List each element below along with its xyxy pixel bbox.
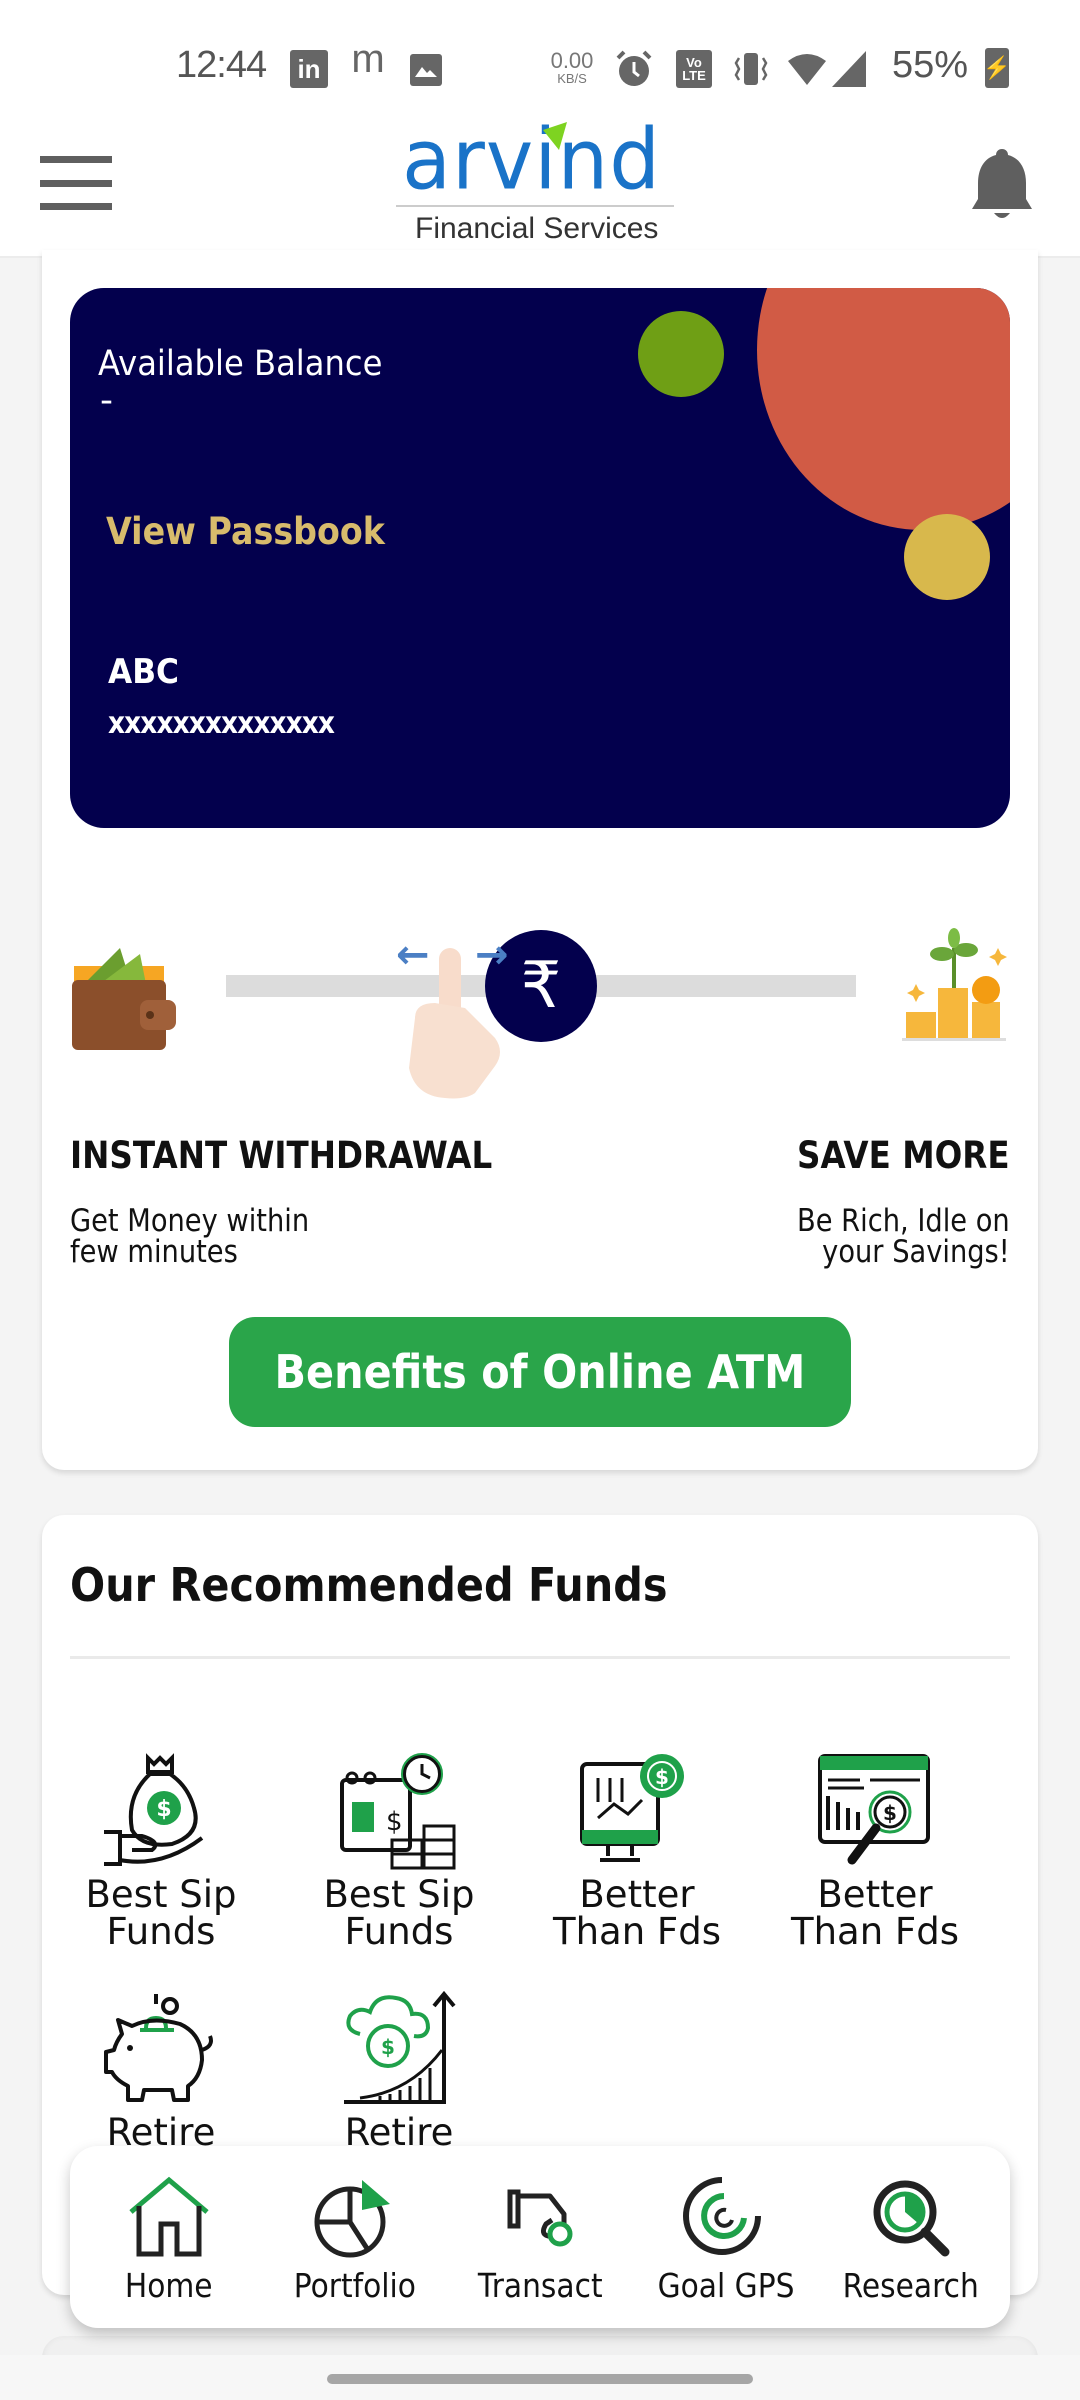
- benefits-online-atm-button[interactable]: Benefits of Online ATM: [229, 1317, 851, 1427]
- save-more-title: SAVE MORE: [797, 1134, 1010, 1177]
- home-gesture-bar[interactable]: [327, 2374, 753, 2384]
- monitor-chart-dollar-icon: $: [580, 1754, 684, 1862]
- recommended-funds-title: Our Recommended Funds: [70, 1558, 668, 1612]
- brand-logo: arvind Financial Services: [390, 110, 690, 258]
- fund-item-best-sip-2[interactable]: $ Best Sip Funds: [294, 1752, 504, 1950]
- bottom-navigation: Home Portfolio Transact Goal GPS Researc…: [70, 2146, 1010, 2328]
- svg-text:$: $: [386, 1807, 403, 1837]
- m-app-icon: m: [351, 36, 385, 81]
- battery-charging-icon: ⚡: [983, 48, 1011, 88]
- instant-withdrawal-desc: Get Money within few minutes: [70, 1203, 310, 1270]
- nav-home[interactable]: Home: [79, 2146, 259, 2328]
- wifi-icon: [786, 50, 828, 88]
- coins-plant-icon: [902, 928, 1007, 1041]
- decor-circle-orange: [757, 288, 1010, 530]
- cell-signal-icon: [830, 50, 870, 88]
- available-balance-value: -: [100, 380, 113, 421]
- alarm-icon: [612, 50, 656, 88]
- linkedin-icon: in: [290, 50, 328, 88]
- fund-item-best-sip-1[interactable]: $ Best Sip Funds: [56, 1752, 266, 1950]
- save-more-desc: Be Rich, Idle on your Savings!: [797, 1203, 1010, 1270]
- network-speed: 0.00 KB/S: [550, 48, 594, 86]
- withdraw-save-slider: ← ₹ →: [70, 920, 1010, 1099]
- svg-text:$: $: [156, 1797, 171, 1822]
- pie-chart-icon: [314, 2180, 391, 2258]
- home-icon: [129, 2176, 209, 2257]
- vibrate-icon: [732, 50, 770, 88]
- fund-item-retire-2[interactable]: $ Retire: [294, 1990, 504, 2151]
- available-balance-label: Available Balance: [98, 344, 383, 384]
- piggy-bank-icon: [104, 1994, 213, 2102]
- fund-item-better-than-fds-1[interactable]: $ Better Than Fds: [532, 1752, 742, 1950]
- decor-circle-green: [638, 311, 724, 397]
- magnifier-chart-icon: [873, 2180, 950, 2257]
- swipe-hand-icon: [409, 948, 500, 1099]
- calendar-coins-clock-icon: $: [340, 1753, 456, 1870]
- logo-subtitle: Financial Services: [415, 212, 659, 245]
- account-number: xxxxxxxxxxxxxx: [108, 706, 335, 741]
- nav-goal-gps[interactable]: Goal GPS: [636, 2146, 816, 2328]
- section-divider: [70, 1656, 1010, 1659]
- fund-item-retire-1[interactable]: Retire: [56, 1990, 266, 2151]
- svg-text:$: $: [381, 2035, 395, 2059]
- instant-withdrawal-title: INSTANT WITHDRAWAL: [70, 1134, 493, 1177]
- bell-icon[interactable]: [970, 145, 1034, 225]
- hamburger-menu-icon[interactable]: [40, 156, 112, 210]
- status-bar: 12:44 in m 0.00 KB/S Vo LTE 55% ⚡: [0, 0, 1080, 120]
- svg-text:$: $: [655, 1765, 669, 1789]
- cloud-dollar-growth-icon: $: [344, 1990, 456, 2104]
- money-bag-hand-icon: $: [104, 1753, 204, 1866]
- nav-transact[interactable]: Transact: [450, 2146, 630, 2328]
- rupee-icon: ₹: [520, 949, 562, 1023]
- balance-card[interactable]: Available Balance - View Passbook ABC xx…: [70, 288, 1010, 828]
- status-time: 12:44: [176, 44, 267, 86]
- svg-text:$: $: [883, 1801, 897, 1825]
- browser-magnifier-dollar-icon: $: [818, 1754, 930, 1865]
- gallery-icon: [410, 54, 442, 86]
- decor-circle-yellow: [904, 514, 990, 600]
- wallet-icon: [72, 948, 176, 1050]
- account-holder-name: ABC: [108, 652, 180, 692]
- logo-divider: [396, 205, 674, 207]
- target-spiral-icon: [682, 2177, 761, 2255]
- nav-research[interactable]: Research: [821, 2146, 1001, 2328]
- hand-coin-icon: [507, 2189, 573, 2247]
- logo-accent-icon: [543, 122, 567, 150]
- logo-wordmark: arvind: [402, 110, 661, 209]
- app-header: arvind Financial Services: [0, 110, 1080, 258]
- fund-item-better-than-fds-2[interactable]: $ Better Than Fds: [770, 1752, 980, 1950]
- view-passbook-link[interactable]: View Passbook: [106, 510, 385, 553]
- battery-percent: 55%: [892, 44, 969, 86]
- volte-icon: Vo LTE: [676, 50, 712, 88]
- nav-portfolio[interactable]: Portfolio: [264, 2146, 444, 2328]
